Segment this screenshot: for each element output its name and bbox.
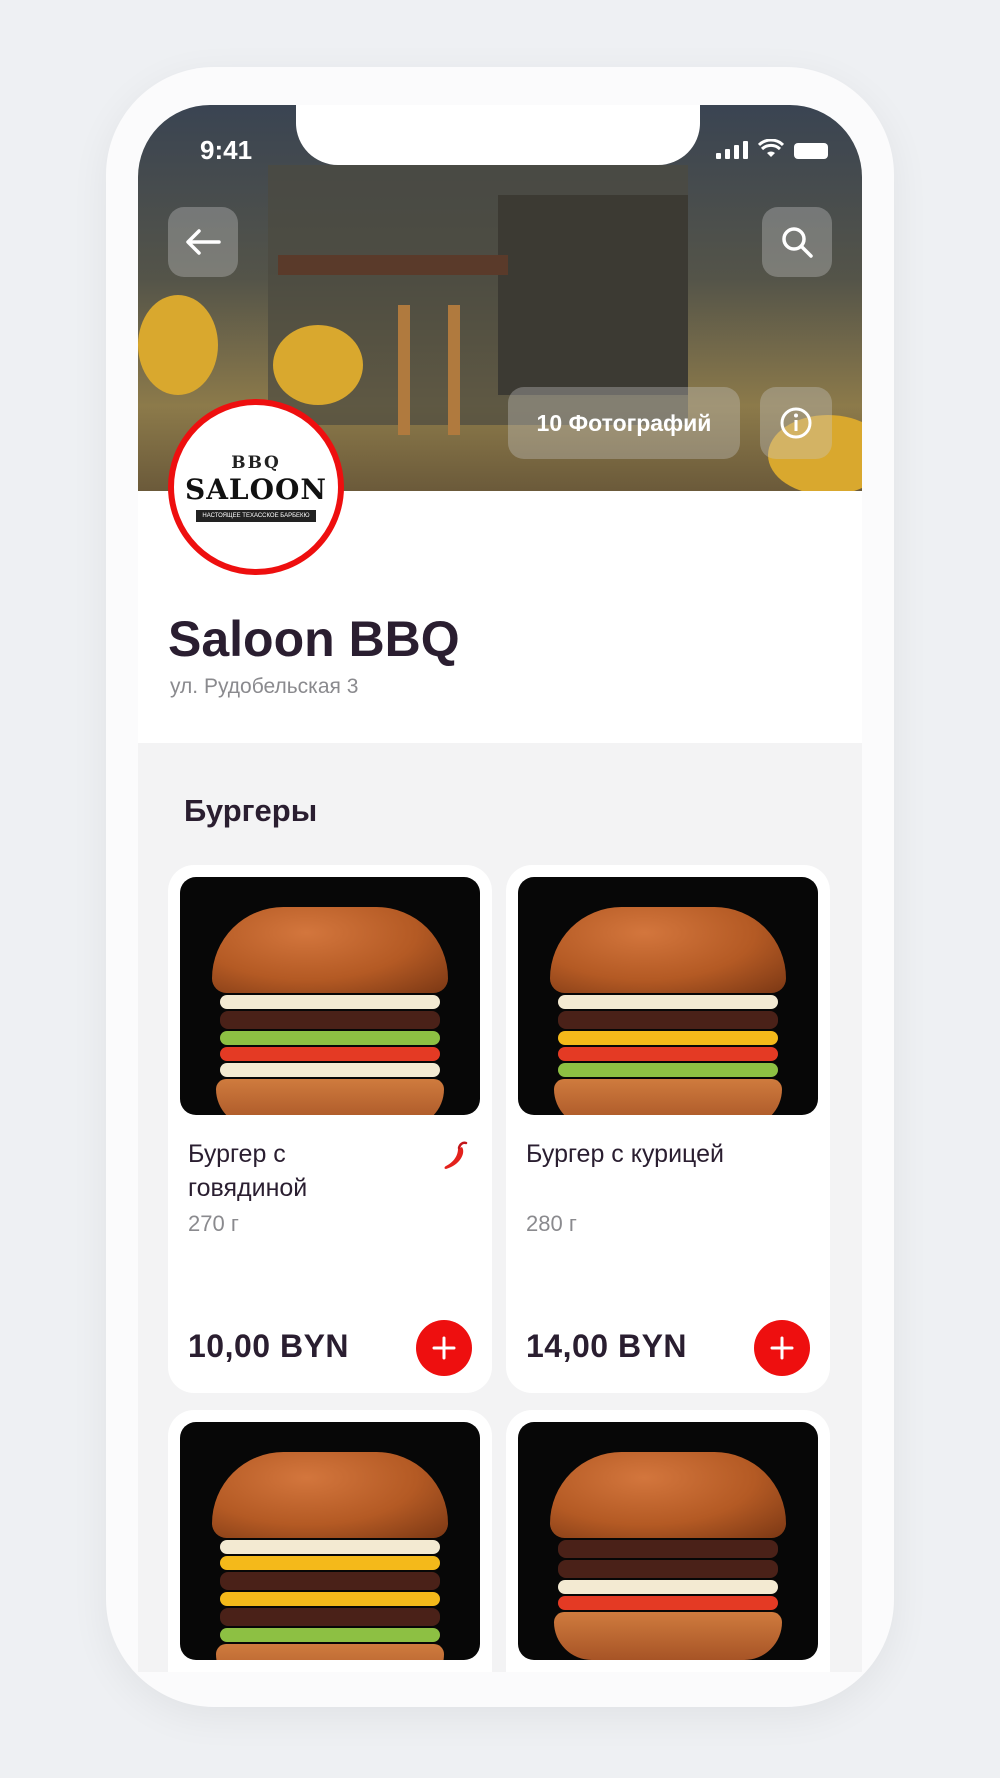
info-icon (780, 407, 812, 439)
back-arrow-icon (186, 229, 221, 255)
restaurant-logo: BBQ SALOON НАСТОЯЩЕЕ ТЕХАССКОЕ БАРБЕКЮ (168, 399, 344, 575)
product-photo (180, 1422, 480, 1660)
search-icon (782, 227, 813, 258)
product-card[interactable]: Бургер с говядиной 270 г 10,00 BYN (168, 865, 492, 1393)
burger-image (550, 1452, 786, 1660)
logo-text-name: SALOON (184, 472, 327, 506)
product-photo (518, 877, 818, 1115)
status-time: 9:41 (200, 135, 253, 165)
logo-text-top: BBQ (231, 452, 281, 473)
burger-image (212, 907, 448, 1115)
app-screen: 9:41 10 Фотографий BBQ SALOON НАСТОЯЩЕЕ … (138, 105, 862, 1672)
product-price: 10,00 BYN (188, 1328, 350, 1364)
spicy-pepper-icon (444, 1141, 468, 1169)
add-to-cart-button[interactable] (754, 1320, 810, 1376)
product-card[interactable] (168, 1410, 492, 1672)
logo-tagline: НАСТОЯЩЕЕ ТЕХАССКОЕ БАРБЕКЮ (196, 509, 316, 522)
burger-image (212, 1452, 448, 1660)
product-photo (518, 1422, 818, 1660)
restaurant-address: ул. Рудобельская 3 (170, 675, 359, 698)
product-photo (180, 877, 480, 1115)
restaurant-name: Saloon BBQ (168, 611, 460, 667)
product-name: Бургер с курицей (526, 1140, 724, 1168)
device-notch (296, 105, 700, 165)
add-to-cart-button[interactable] (416, 1320, 472, 1376)
section-title: Бургеры (184, 793, 318, 828)
signal-icon (716, 141, 748, 159)
wifi-icon (758, 139, 784, 157)
product-card[interactable] (506, 1410, 830, 1672)
back-button[interactable] (168, 207, 238, 277)
product-name: Бургер с говядиной (188, 1140, 308, 1202)
product-weight: 280 г (526, 1211, 577, 1236)
plus-icon (432, 1336, 456, 1360)
plus-icon (770, 1336, 794, 1360)
photos-button[interactable]: 10 Фотографий (508, 387, 740, 459)
product-price: 14,00 BYN (526, 1328, 688, 1364)
photos-label: 10 Фотографий (536, 409, 712, 436)
battery-icon (794, 143, 828, 159)
status-icons (716, 139, 828, 159)
info-button[interactable] (760, 387, 832, 459)
search-button[interactable] (762, 207, 832, 277)
burger-image (550, 907, 786, 1115)
product-card[interactable]: Бургер с курицей 280 г 14,00 BYN (506, 865, 830, 1393)
product-weight: 270 г (188, 1211, 239, 1236)
